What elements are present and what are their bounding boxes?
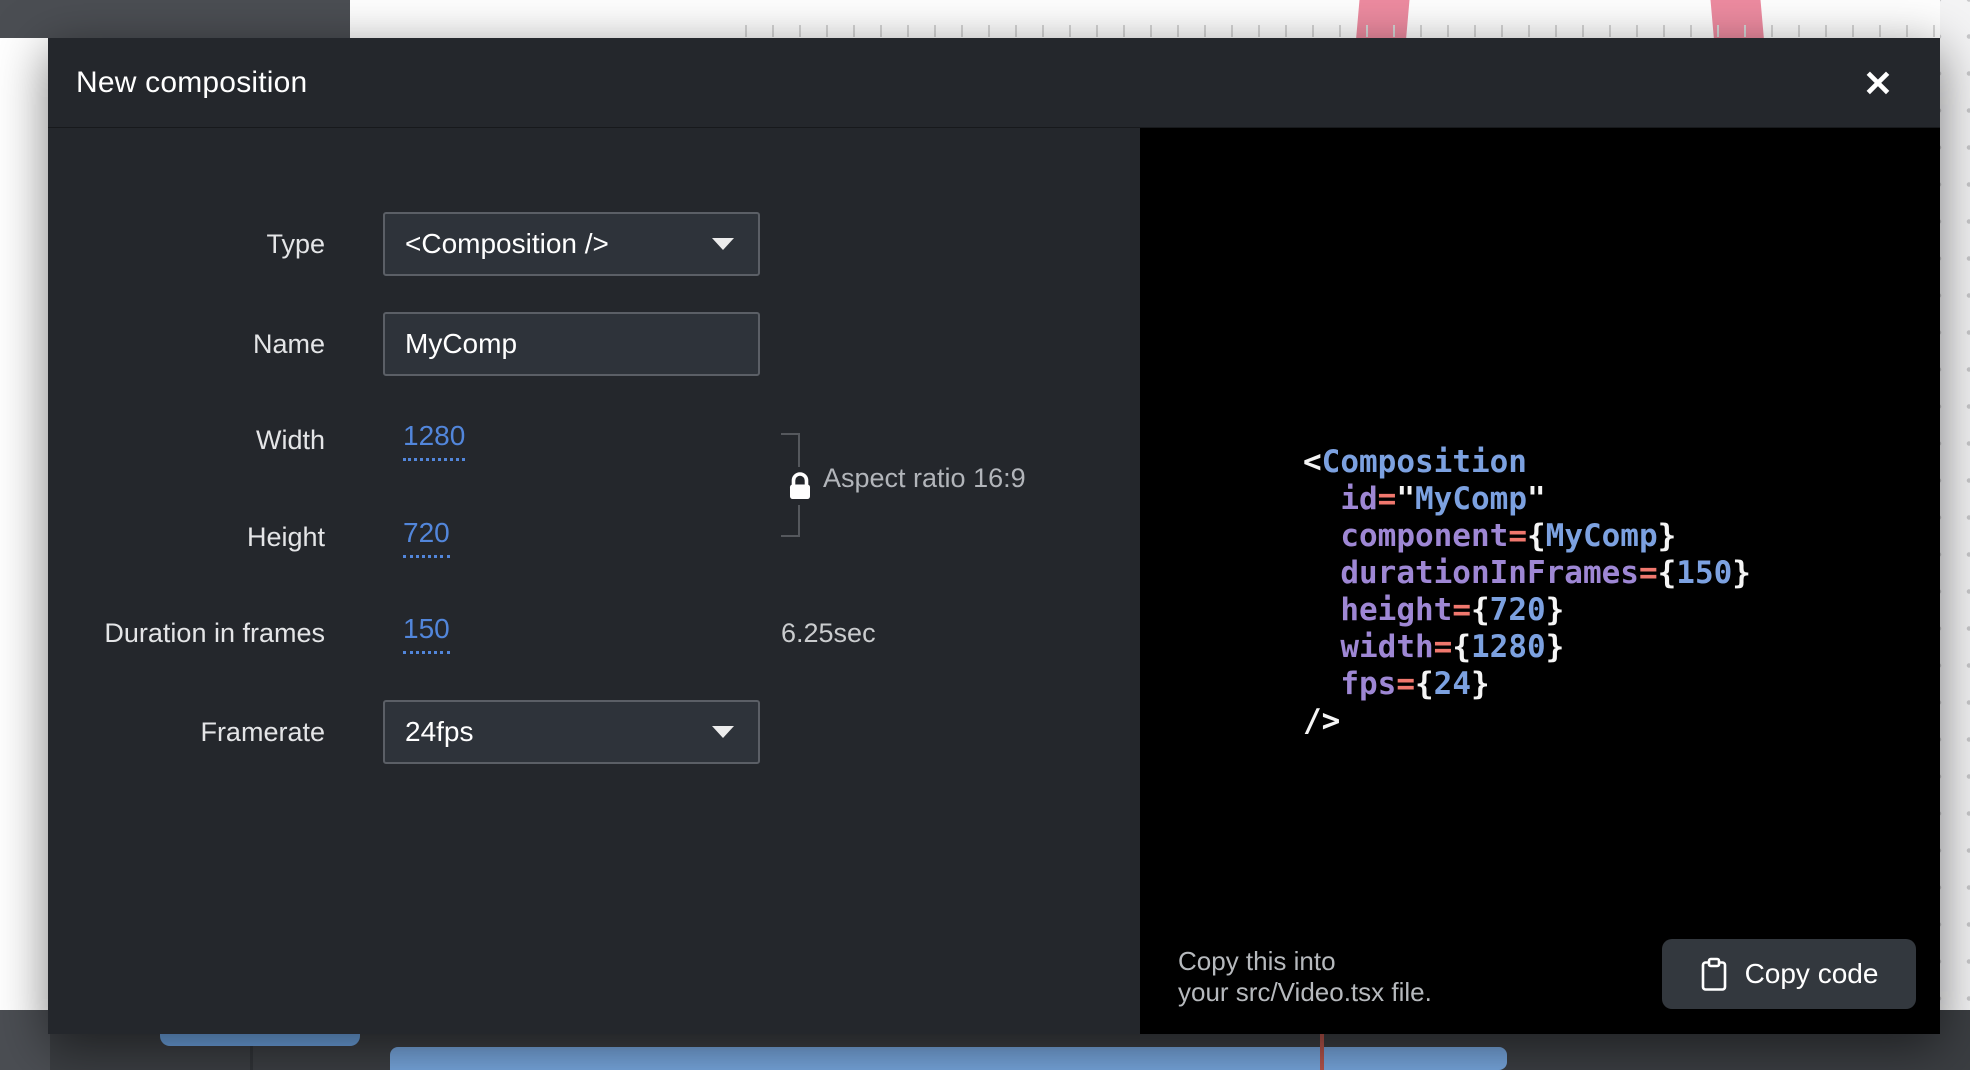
bracket-top-tick (781, 433, 799, 435)
duration-seconds-text: 6.25sec (781, 618, 876, 649)
bracket-bottom-tick (781, 535, 799, 537)
name-label: Name (48, 329, 325, 360)
copy-hint-line2: your src/Video.tsx file. (1178, 977, 1432, 1008)
preview-ruler-ticks (720, 25, 1970, 37)
code-preview-panel: <Composition id="MyComp" component={MyCo… (1140, 128, 1940, 1034)
type-row: Type <Composition /> (48, 212, 1140, 276)
type-select-value: <Composition /> (405, 228, 712, 260)
framerate-select[interactable]: 24fps (383, 700, 760, 764)
duration-row: Duration in frames 150 (48, 601, 1140, 665)
aspect-ratio-text: Aspect ratio 16:9 (823, 463, 1026, 494)
framerate-row: Framerate 24fps (48, 700, 1140, 764)
dialog-title: New composition (76, 66, 307, 100)
aspect-ratio-group: Aspect ratio 16:9 (781, 433, 1101, 537)
timeline-left-gutter (0, 1010, 50, 1070)
timeline-track-bar (390, 1047, 1507, 1070)
lock-icon (785, 467, 815, 505)
duration-label: Duration in frames (48, 618, 325, 649)
sidebar-background (0, 0, 350, 38)
new-composition-dialog: New composition ✕ Type <Composition /> N… (48, 38, 1940, 1034)
code-block: <Composition id="MyComp" component={MyCo… (1303, 444, 1751, 740)
copy-hint-line1: Copy this into (1178, 946, 1432, 977)
type-label: Type (48, 229, 325, 260)
dialog-body: Type <Composition /> Name Width 1280 Hei… (48, 128, 1940, 1034)
name-input[interactable] (383, 312, 760, 376)
remotion-studio-screen: New composition ✕ Type <Composition /> N… (0, 0, 1970, 1070)
close-icon: ✕ (1863, 63, 1893, 104)
name-row: Name (48, 312, 1140, 376)
clipboard-icon (1700, 957, 1728, 992)
width-label: Width (48, 425, 325, 456)
preview-background (350, 0, 1970, 38)
chevron-down-icon (712, 726, 734, 738)
dialog-header: New composition ✕ (48, 38, 1940, 128)
composition-form: Type <Composition /> Name Width 1280 Hei… (48, 128, 1140, 1034)
framerate-label: Framerate (48, 717, 325, 748)
copy-code-button[interactable]: Copy code (1662, 939, 1916, 1009)
copy-code-label: Copy code (1745, 958, 1879, 990)
copy-hint-text: Copy this into your src/Video.tsx file. (1178, 946, 1432, 1008)
timeline-playhead (1320, 1034, 1324, 1070)
width-value-link[interactable]: 1280 (403, 420, 465, 461)
framerate-select-value: 24fps (405, 716, 712, 748)
type-select[interactable]: <Composition /> (383, 212, 760, 276)
duration-value-link[interactable]: 150 (403, 613, 450, 654)
height-value-link[interactable]: 720 (403, 517, 450, 558)
right-scroll-gutter (1940, 0, 1970, 1010)
height-label: Height (48, 522, 325, 553)
chevron-down-icon (712, 238, 734, 250)
close-button[interactable]: ✕ (1852, 58, 1904, 110)
